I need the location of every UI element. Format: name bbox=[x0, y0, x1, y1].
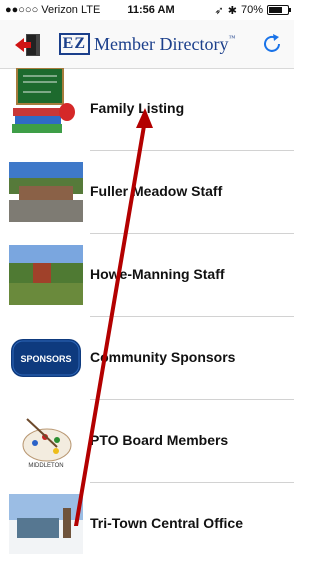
battery-percent: 70% bbox=[240, 4, 263, 16]
brand-badge: EZ bbox=[58, 33, 90, 55]
list-item-label: Community Sponsors bbox=[90, 349, 236, 365]
battery-fill bbox=[269, 7, 282, 13]
office-building-photo bbox=[9, 494, 83, 554]
palette-text: MIDDLETON bbox=[28, 463, 63, 469]
list-item-howe-manning-staff[interactable]: Howe-Manning Staff bbox=[0, 234, 294, 317]
battery-icon bbox=[267, 5, 291, 15]
list-item-label: Fuller Meadow Staff bbox=[90, 183, 223, 199]
refresh-icon[interactable] bbox=[260, 32, 284, 56]
list-item-family-listing[interactable]: Family Listing bbox=[0, 68, 294, 151]
books-directory-icon bbox=[12, 68, 75, 133]
app-title-text: Member Directory bbox=[94, 33, 229, 54]
status-right: ➶ ✱ 70% bbox=[194, 4, 291, 17]
list-item-label: Tri-Town Central Office bbox=[90, 515, 243, 531]
school-building-photo bbox=[9, 162, 83, 222]
app-brand: EZ Member Directory™ bbox=[58, 33, 235, 55]
signal-strength: ●●○○○ bbox=[5, 4, 39, 16]
status-left: ●●○○○ Verizon LTE bbox=[5, 4, 100, 16]
school-building-photo bbox=[9, 245, 83, 305]
list-item-tri-town-central-office[interactable]: Tri-Town Central Office bbox=[0, 483, 294, 566]
app-title: Member Directory™ bbox=[94, 34, 235, 55]
network-type: LTE bbox=[80, 4, 101, 16]
list-item-community-sponsors[interactable]: SPONSORS Community Sponsors bbox=[0, 317, 294, 400]
list-item-pto-board-members[interactable]: MIDDLETON PTO Board Members bbox=[0, 400, 294, 483]
bluetooth-icon: ✱ bbox=[227, 4, 237, 17]
list-item-label: PTO Board Members bbox=[90, 432, 229, 448]
palette-icon: MIDDLETON bbox=[22, 418, 72, 469]
list-item-label: Howe-Manning Staff bbox=[90, 266, 225, 282]
list-item-label: Family Listing bbox=[90, 100, 185, 116]
list-item-fuller-meadow-staff[interactable]: Fuller Meadow Staff bbox=[0, 151, 294, 234]
status-time: 11:56 AM bbox=[127, 4, 175, 16]
location-icon: ➶ bbox=[214, 4, 224, 17]
status-bar: ●●○○○ Verizon LTE 11:56 AM ➶ ✱ 70% bbox=[0, 0, 294, 20]
carrier-name: Verizon bbox=[41, 4, 78, 16]
sponsors-badge-text: SPONSORS bbox=[20, 354, 71, 364]
trademark: ™ bbox=[228, 33, 236, 42]
exit-icon[interactable] bbox=[14, 33, 42, 57]
sponsors-badge: SPONSORS bbox=[11, 339, 81, 377]
nav-bar: EZ Member Directory™ bbox=[0, 20, 294, 69]
